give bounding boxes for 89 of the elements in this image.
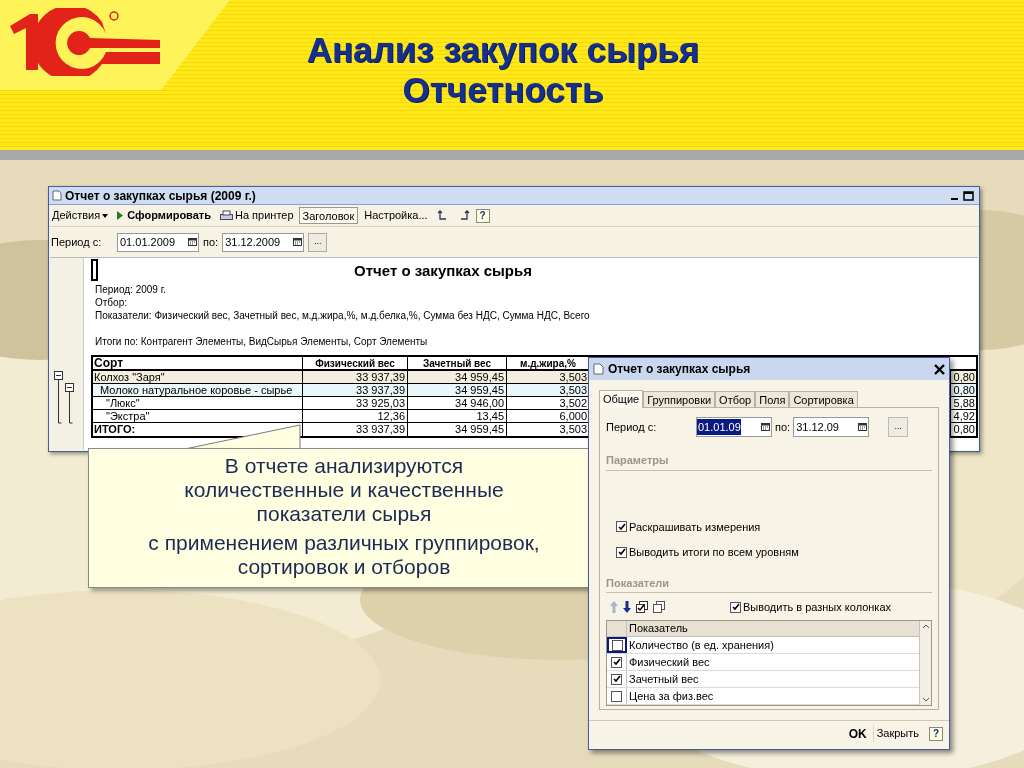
checkbox-label: Выводить итоги по всем уровням <box>629 545 799 560</box>
close-button[interactable]: Закрыть <box>872 725 922 742</box>
report-info-line: Отбор: <box>95 295 128 309</box>
slide-title: Анализ закупок сырья <box>306 30 700 70</box>
play-icon <box>117 211 124 220</box>
tab[interactable]: Группировки <box>643 391 716 407</box>
header-toggle[interactable]: Заголовок <box>298 207 359 224</box>
print-button[interactable]: На принтер <box>218 207 296 224</box>
period-label: Период с: <box>51 234 103 250</box>
table-cell: 34 959,45 <box>408 383 507 396</box>
document-icon <box>52 190 62 201</box>
table-cell: 34 946,00 <box>408 396 507 409</box>
report-info-line: Период: 2009 г. <box>95 282 167 296</box>
column-header: Сорт <box>93 356 303 369</box>
to-label: по: <box>775 419 791 435</box>
section-heading: Показатели <box>606 574 932 593</box>
tab[interactable]: Общие <box>599 390 644 408</box>
checkbox[interactable] <box>611 656 622 668</box>
period-button[interactable]: ... <box>888 417 909 437</box>
window-title: Отчет о закупках сырья (2009 г.) <box>65 187 257 205</box>
table-cell: 33 937,39 <box>303 383 408 396</box>
callout-text: с применением различных группировок, сортировок и отборов <box>148 531 540 579</box>
checkbox[interactable] <box>616 521 627 533</box>
date-from-field[interactable]: 01.01.2009 <box>117 232 199 252</box>
table-cell: 33 925,03 <box>303 396 408 409</box>
tab[interactable]: Отбор <box>715 391 756 407</box>
tab[interactable]: Поля <box>755 391 790 407</box>
maximize-icon[interactable] <box>963 190 974 201</box>
table-cell: 13,45 <box>408 409 507 422</box>
arrow-down-icon[interactable] <box>623 601 631 613</box>
table-cell: Колхоз "Заря" <box>93 370 303 383</box>
table-cell: "Экстра" <box>93 409 303 422</box>
caret-icon <box>102 213 109 218</box>
scroll-down-icon[interactable] <box>921 697 930 703</box>
calendar-icon[interactable] <box>858 423 868 431</box>
table-cell: 33 937,39 <box>303 370 408 383</box>
calendar-icon[interactable] <box>761 423 770 431</box>
slide-title: Отчетность <box>402 70 604 110</box>
checkbox-label: Раскрашивать измерения <box>629 519 761 535</box>
report-info-line: Итоги по: Контрагент Элементы, ВидСырья Элементы, Сорт Элементы <box>95 334 429 348</box>
date-to-field[interactable]: 31.12.2009 <box>222 232 305 252</box>
period-button[interactable]: ... <box>308 232 328 252</box>
date-from-field[interactable]: 01.01.09 <box>696 417 772 437</box>
report-info-line: Показатели: Физический вес, Зачетный вес, м.д.жира,%, м.д.белка,%, Сумма без НДС, Сумма НДС, Всего <box>95 308 591 322</box>
uncheck-all-icon[interactable] <box>653 601 665 613</box>
table-cell: 33 937,39 <box>303 422 408 436</box>
help-button[interactable]: ? <box>475 208 490 223</box>
table-cell: "Люкс" <box>93 396 303 409</box>
check-all-icon[interactable] <box>636 601 648 613</box>
checkbox[interactable] <box>611 673 622 685</box>
checkbox-label: Выводить в разных колонках <box>743 599 892 615</box>
section-heading: Параметры <box>606 452 932 471</box>
list-item[interactable]: Зачетный вес <box>627 670 699 688</box>
callout-text: В отчете анализируются количественные и качественные показатели сырья <box>184 454 504 526</box>
checkbox[interactable] <box>611 690 622 702</box>
list-item[interactable]: Физический вес <box>627 653 710 671</box>
date-to-field[interactable]: 31.12.09 <box>793 417 870 437</box>
ok-button[interactable]: OK <box>845 724 870 743</box>
document-icon <box>593 363 604 375</box>
column-header: Показатель <box>628 621 688 636</box>
checkbox[interactable] <box>730 601 741 613</box>
to-label: по: <box>203 234 219 250</box>
generate-button[interactable]: Сформировать <box>113 207 215 224</box>
calendar-icon[interactable] <box>293 238 303 246</box>
actions-menu[interactable]: Действия <box>50 207 111 224</box>
close-icon[interactable] <box>934 363 945 375</box>
row-selector[interactable] <box>607 637 627 653</box>
scroll-up-icon[interactable] <box>921 623 930 629</box>
scrollbar[interactable] <box>919 621 931 705</box>
calendar-icon[interactable] <box>188 238 197 246</box>
cell-cursor <box>91 259 98 281</box>
settings-button[interactable]: Настройка... <box>361 207 431 224</box>
tab[interactable]: Сортировка <box>789 391 858 407</box>
column-header: Физический вес <box>303 356 408 369</box>
list-item[interactable]: Цена за физ.вес <box>627 687 714 705</box>
undo-arrow-icon[interactable] <box>436 209 449 222</box>
report-title: Отчет о закупках сырья <box>353 261 533 281</box>
checkbox[interactable] <box>616 546 627 558</box>
help-button[interactable]: ? <box>929 726 943 741</box>
table-cell: Молоко натуральное коровье - сырье <box>93 383 303 396</box>
printer-icon <box>220 210 233 221</box>
table-cell: 34 959,45 <box>408 370 507 383</box>
column-header: Зачетный вес <box>408 356 507 369</box>
list-item[interactable]: Количество (в ед. хранения) <box>627 636 774 654</box>
table-cell: 12,36 <box>303 409 408 422</box>
dialog-title: Отчет о закупках сырья <box>608 361 752 378</box>
table-cell: 34 959,45 <box>408 422 507 436</box>
checkbox[interactable] <box>611 639 623 651</box>
period-label: Период с: <box>606 419 658 435</box>
